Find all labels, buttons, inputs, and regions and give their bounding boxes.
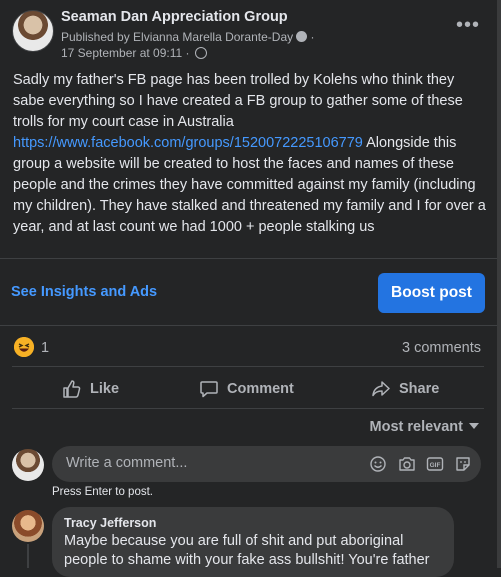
share-icon	[372, 381, 390, 397]
comment-text: Maybe because you are full of shit and p…	[64, 533, 430, 568]
globe-icon	[194, 47, 207, 59]
post-timestamp[interactable]: 17 September at 09:11	[61, 46, 182, 60]
share-button[interactable]: Share	[371, 379, 439, 399]
publisher-text[interactable]: Published by Elvianna Marella Dorante-Da…	[61, 30, 293, 44]
scrollbar-edge	[497, 0, 501, 568]
commenter-avatar[interactable]	[12, 510, 44, 542]
divider	[0, 325, 497, 326]
gif-icon[interactable]: GIF	[426, 455, 444, 473]
comments-count[interactable]: 3 comments	[402, 340, 481, 356]
divider	[12, 408, 484, 409]
post-card: Seaman Dan Appreciation Group Published …	[0, 0, 501, 577]
post-text-start: Sadly my father's FB page has been troll…	[13, 72, 463, 130]
divider	[12, 366, 484, 367]
post-header: Seaman Dan Appreciation Group Published …	[12, 8, 490, 60]
comment-author[interactable]: Tracy Jefferson	[64, 516, 156, 530]
smiley-icon[interactable]	[369, 455, 387, 473]
publisher-line: Published by Elvianna Marella Dorante-Da…	[61, 30, 315, 44]
comment-composer: GIF	[52, 446, 481, 482]
comment-bubble: Tracy Jefferson Maybe because you are fu…	[52, 507, 454, 577]
sort-label: Most relevant	[369, 419, 463, 435]
see-insights-link[interactable]: See Insights and Ads	[11, 284, 157, 300]
current-user-avatar[interactable]	[12, 449, 44, 481]
post-body: Sadly my father's FB page has been troll…	[13, 70, 488, 238]
divider	[0, 258, 497, 259]
more-options-icon[interactable]: •••	[456, 14, 480, 37]
like-button[interactable]: Like	[62, 379, 119, 399]
thumbs-up-icon	[63, 380, 81, 398]
comment-button[interactable]: Comment	[199, 379, 294, 399]
laughing-emoji-icon[interactable]	[14, 337, 34, 357]
group-avatar[interactable]	[12, 10, 54, 52]
info-badge-icon	[296, 31, 308, 42]
press-enter-hint: Press Enter to post.	[52, 486, 153, 498]
boost-post-button[interactable]: Boost post	[378, 273, 485, 313]
share-label: Share	[399, 381, 440, 397]
sticker-icon[interactable]	[454, 455, 472, 473]
timestamp-line: 17 September at 09:11 ·	[61, 46, 207, 60]
reaction-count[interactable]: 1	[41, 340, 49, 356]
comment-icon	[200, 381, 218, 398]
comment-label: Comment	[227, 381, 294, 397]
caret-down-icon	[469, 423, 479, 429]
sort-dropdown[interactable]: Most relevant	[370, 419, 479, 435]
svg-text:GIF: GIF	[430, 462, 441, 469]
camera-icon[interactable]	[398, 455, 416, 473]
group-name-link[interactable]: Seaman Dan Appreciation Group	[61, 9, 288, 25]
comment-input[interactable]	[64, 454, 358, 472]
like-label: Like	[90, 381, 120, 397]
group-link[interactable]: https://www.facebook.com/groups/15200722…	[13, 135, 363, 151]
thread-line	[27, 544, 29, 568]
